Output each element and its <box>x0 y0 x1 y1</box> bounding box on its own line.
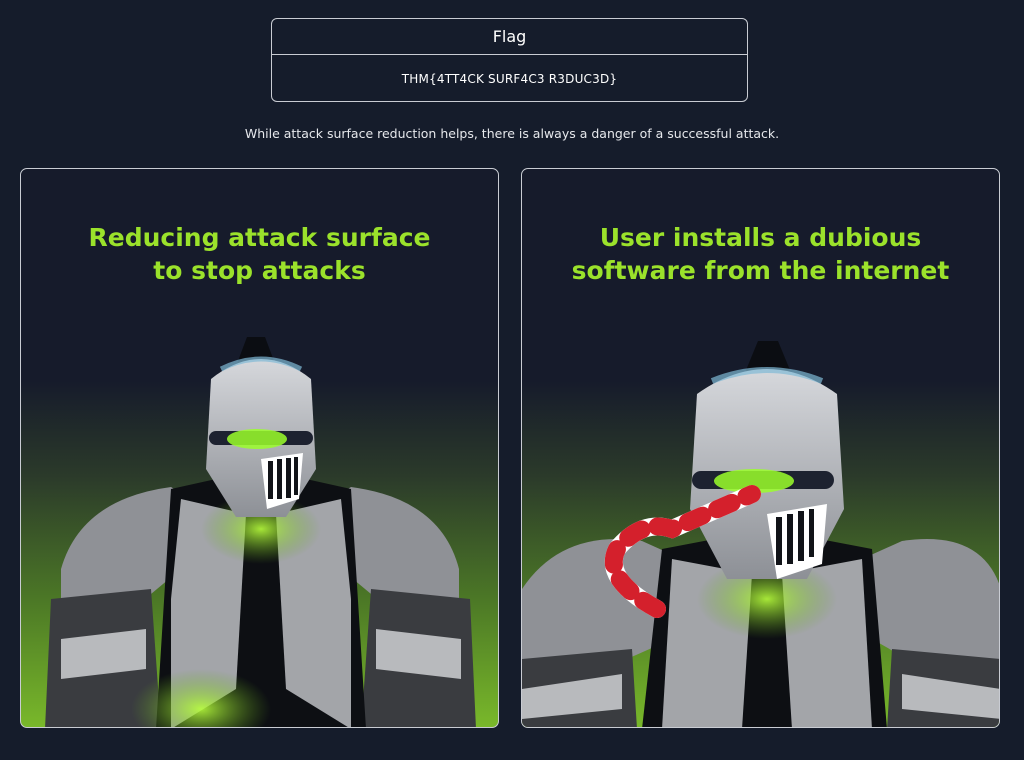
panel-title: User installs a dubious software from th… <box>571 223 950 285</box>
panel-dubious-software: User installs a dubious software from th… <box>521 168 1000 728</box>
panel-reducing-attack-surface: Reducing attack surface to stop attacks <box>20 168 499 728</box>
flag-value: THM{4TT4CK SURF4C3 R3DUC3D} <box>401 72 618 86</box>
caption-text: While attack surface reduction helps, th… <box>244 126 780 141</box>
panel-title: Reducing attack surface to stop attacks <box>88 223 431 285</box>
flag-card-header: Flag <box>272 19 747 55</box>
flag-card: Flag THM{4TT4CK SURF4C3 R3DUC3D} <box>271 18 748 102</box>
